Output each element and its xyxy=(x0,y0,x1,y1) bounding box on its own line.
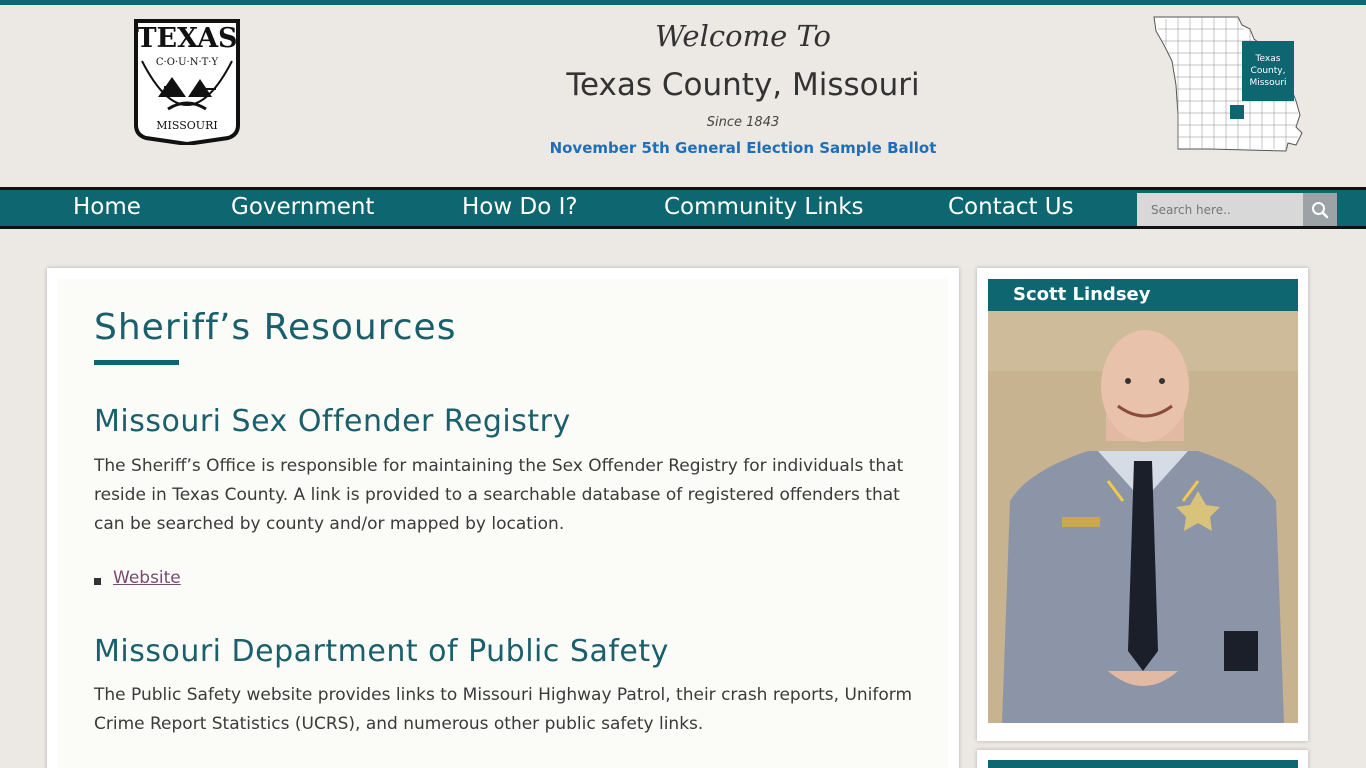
svg-text:Missouri: Missouri xyxy=(1249,78,1286,88)
sidebar-heading-bar: Scott Lindsey xyxy=(988,279,1298,311)
sheriff-name: Scott Lindsey xyxy=(1013,284,1151,305)
section-heading-sex-offender-registry: Missouri Sex Offender Registry xyxy=(94,404,571,439)
section-heading-public-safety: Missouri Department of Public Safety xyxy=(94,634,669,669)
since-tagline: Since 1843 xyxy=(706,115,780,130)
main-content: Sheriff’s Resources Missouri Sex Offende… xyxy=(58,279,948,768)
sample-ballot-link[interactable]: November 5th General Election Sample Bal… xyxy=(483,139,1003,157)
nav-how-do-i[interactable]: How Do I? xyxy=(462,194,578,220)
nav-home[interactable]: Home xyxy=(73,194,141,220)
section-text-sex-offender-registry: The Sheriff’s Office is responsible for … xyxy=(94,456,904,534)
nav-government[interactable]: Government xyxy=(231,194,374,220)
nav-community-links[interactable]: Community Links xyxy=(664,194,864,220)
sheriff-portrait-image xyxy=(988,311,1298,723)
search-icon xyxy=(1312,201,1329,218)
sex-offender-registry-website-link[interactable]: Website xyxy=(113,568,181,588)
svg-text:TEXAS: TEXAS xyxy=(136,23,237,54)
title-underline xyxy=(94,360,179,365)
sheriff-sidebar: Scott Lindsey xyxy=(977,268,1308,741)
svg-text:Texas: Texas xyxy=(1255,54,1281,64)
site-header: TEXAS C·O·U·N·T·Y MISSOURI Welcome To Te… xyxy=(0,5,1366,187)
section-text-public-safety: The Public Safety website provides links… xyxy=(94,685,913,734)
missouri-county-map[interactable]: Texas County, Missouri xyxy=(1150,15,1306,157)
main-content-panel: Sheriff’s Resources Missouri Sex Offende… xyxy=(47,268,959,768)
secondary-sidebar-heading-bar xyxy=(988,760,1298,768)
county-seal-logo[interactable]: TEXAS C·O·U·N·T·Y MISSOURI xyxy=(128,17,246,145)
page-title: Sheriff’s Resources xyxy=(94,307,457,348)
svg-text:County,: County, xyxy=(1251,66,1286,76)
site-title: Texas County, Missouri xyxy=(566,67,920,103)
svg-text:MISSOURI: MISSOURI xyxy=(156,119,217,132)
svg-text:C·O·U·N·T·Y: C·O·U·N·T·Y xyxy=(156,57,219,68)
nav-contact-us[interactable]: Contact Us xyxy=(948,194,1074,220)
bullet-marker xyxy=(94,578,101,585)
search-button[interactable] xyxy=(1303,193,1337,226)
welcome-heading: Welcome To xyxy=(654,19,831,53)
secondary-sidebar-panel xyxy=(977,750,1308,768)
main-navigation: Home Government How Do I? Community Link… xyxy=(0,187,1366,229)
search-input[interactable] xyxy=(1137,193,1303,226)
